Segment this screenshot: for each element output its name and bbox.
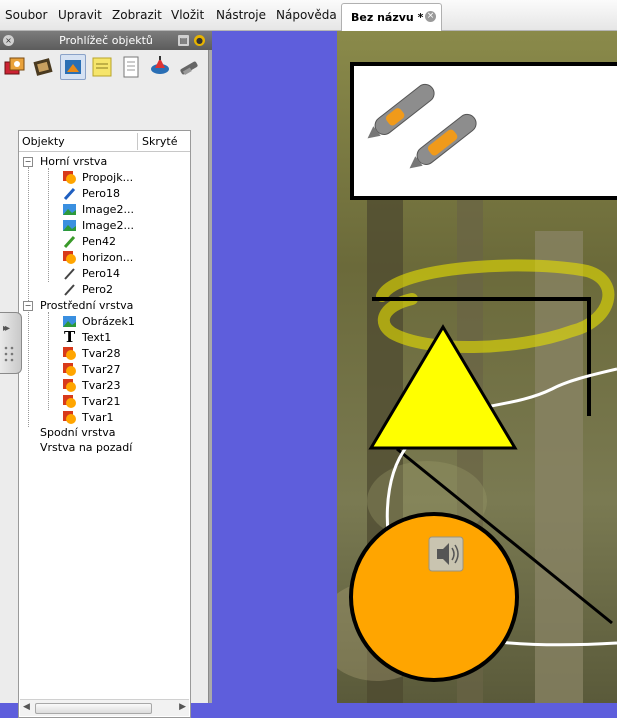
- panel-toolbar: [2, 54, 207, 82]
- column-objekty[interactable]: Objekty: [22, 135, 65, 148]
- object-tree[interactable]: Objekty Skryté − Horní vrstva Propojk...…: [18, 130, 191, 718]
- pen-tool-icon[interactable]: [176, 54, 202, 80]
- tree-item-label: Obrázek1: [82, 315, 135, 328]
- document-tab[interactable]: Bez názvu * ×: [341, 3, 442, 31]
- notes-icon[interactable]: [89, 54, 115, 80]
- tree-item-label: Image2...: [82, 203, 134, 216]
- collapse-icon[interactable]: −: [23, 157, 33, 167]
- column-divider[interactable]: [137, 133, 138, 150]
- close-icon[interactable]: ×: [425, 11, 436, 22]
- pen-icon: [64, 268, 75, 280]
- expand-arrows-icon: ▸▸: [3, 323, 10, 334]
- object-browser-panel: × Prohlížeč objektů ▤ ● Objekty Skryté −…: [0, 31, 212, 718]
- object-browser-icon[interactable]: [60, 54, 86, 80]
- shape-icon: [63, 363, 76, 376]
- dock-icon[interactable]: ▤: [178, 35, 189, 46]
- tree-item-label: Image2...: [82, 219, 134, 232]
- tree-item-label: horizon...: [82, 251, 134, 264]
- film-icon[interactable]: [31, 54, 57, 80]
- shape-icon: [63, 347, 76, 360]
- layer-spodni-vrstva[interactable]: Spodní vrstva: [40, 425, 116, 441]
- collapse-icon[interactable]: −: [23, 301, 33, 311]
- pen-icon: [64, 284, 75, 296]
- image-icon: [63, 220, 76, 231]
- tree-item-label: Propojk...: [82, 171, 134, 184]
- pin-icon[interactable]: ●: [194, 35, 205, 46]
- shape-icon: [63, 171, 76, 184]
- shape-icon: [63, 379, 76, 392]
- document-tab-label: Bez názvu *: [351, 11, 424, 24]
- tree-item-label: Pen42: [82, 235, 116, 248]
- layer-label: Prostřední vrstva: [40, 299, 134, 312]
- page-sorter-icon[interactable]: [118, 54, 144, 80]
- tree-item-label: Pero2: [82, 283, 114, 296]
- image-icon: [63, 316, 76, 327]
- menu-vlozit[interactable]: Vložit: [171, 8, 204, 22]
- tree-item-label: Tvar28: [82, 347, 121, 360]
- gallery-icon[interactable]: [2, 54, 28, 80]
- canvas-drawing[interactable]: [337, 31, 617, 703]
- scrollbar-thumb[interactable]: [35, 703, 152, 714]
- tree-guide: [48, 168, 49, 282]
- shape-icon: [63, 395, 76, 408]
- highlighter-icon: [63, 235, 76, 248]
- tree-item-label: Tvar1: [82, 411, 114, 424]
- pen-icon: [63, 187, 76, 200]
- scroll-left-icon[interactable]: ◀: [23, 702, 30, 712]
- column-skryte[interactable]: Skryté: [142, 135, 177, 148]
- panel-toggle-handle[interactable]: ▸▸: [0, 312, 22, 374]
- grip-icon: [4, 346, 14, 362]
- tree-item-label: Tvar21: [82, 395, 121, 408]
- whiteboard-canvas[interactable]: [337, 31, 617, 703]
- tree-item-label: Tvar23: [82, 379, 121, 392]
- horizontal-scrollbar[interactable]: ◀ ▶: [20, 699, 189, 716]
- image-icon: [63, 204, 76, 215]
- layer-label: Horní vrstva: [40, 155, 108, 168]
- menu-nastroje[interactable]: Nástroje: [216, 8, 266, 22]
- pens-image-box[interactable]: [350, 62, 617, 200]
- layer-label: Spodní vrstva: [40, 426, 116, 439]
- scroll-right-icon[interactable]: ▶: [179, 702, 186, 712]
- speaker-icon[interactable]: [428, 536, 464, 572]
- tree-item-label: Pero18: [82, 187, 121, 200]
- panel-body: Objekty Skryté − Horní vrstva Propojk...…: [0, 50, 209, 718]
- shape-icon: [63, 251, 76, 264]
- menu-upravit[interactable]: Upravit: [58, 8, 102, 22]
- tree-guide: [48, 312, 49, 410]
- menu-zobrazit[interactable]: Zobrazit: [112, 8, 162, 22]
- text-icon: T: [64, 328, 76, 346]
- layer-label: Vrstva na pozadí: [40, 441, 133, 454]
- spinner-icon[interactable]: [147, 54, 173, 80]
- menu-bar: Soubor Upravit Zobrazit Vložit Nástroje …: [0, 0, 617, 31]
- layer-vrstva-na-pozadi[interactable]: Vrstva na pozadí: [40, 440, 132, 456]
- shape-icon: [63, 411, 76, 424]
- tree-header: Objekty Skryté: [19, 131, 190, 152]
- tree-item-label: Pero14: [82, 267, 121, 280]
- menu-napoveda[interactable]: Nápověda: [276, 8, 337, 22]
- menu-soubor[interactable]: Soubor: [5, 8, 47, 22]
- panel-title-bar[interactable]: × Prohlížeč objektů ▤ ●: [0, 31, 212, 50]
- tree-guide: [28, 167, 29, 427]
- tree-item-label: Tvar27: [82, 363, 121, 376]
- tree-item-label: Text1: [82, 331, 112, 344]
